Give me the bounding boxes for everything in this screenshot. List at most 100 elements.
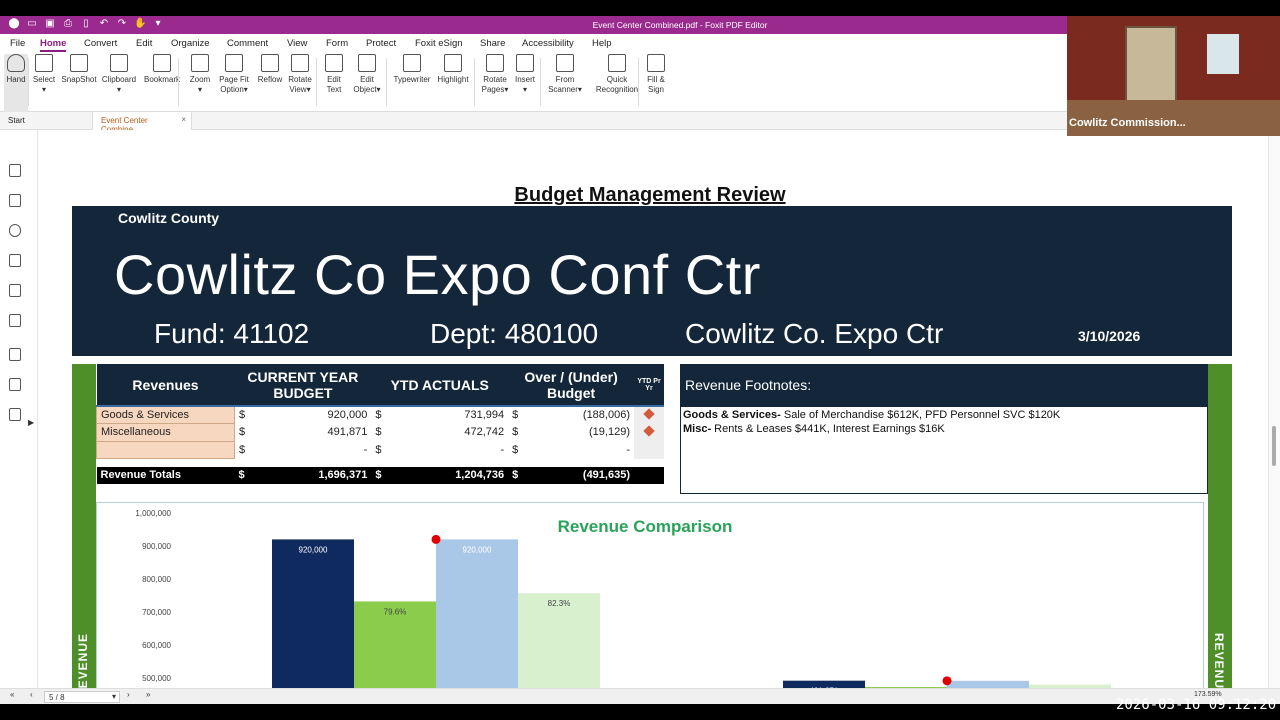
tab-start[interactable]: Start (0, 112, 33, 130)
table-row: Goods & Services $920,000 $731,994 $ (188,00… (96, 405, 664, 424)
tool-reflow[interactable]: Reflow (256, 54, 284, 112)
tool-select[interactable]: Select ▾ (32, 54, 56, 112)
edit-object-icon (358, 54, 376, 72)
right-revenue-bar: REVENUE (1208, 364, 1232, 704)
security-panel-icon[interactable] (9, 314, 21, 327)
dept-number: Dept: 480100 (430, 318, 599, 349)
cell-name: Miscellaneous (96, 423, 235, 442)
tab-event-center[interactable]: Event Center Combine... × (92, 112, 192, 134)
tool-clipboard[interactable]: Clipboard ▾ (100, 54, 138, 112)
fill-sign-icon (647, 54, 665, 72)
layers-panel-icon[interactable] (9, 254, 21, 267)
menu-form[interactable]: Form (326, 38, 348, 49)
tool-bookmark[interactable]: Bookmark (142, 54, 182, 112)
fields-panel-icon[interactable] (9, 408, 21, 421)
vertical-scrollbar[interactable] (1268, 130, 1280, 688)
ribbon-separator (28, 58, 29, 106)
rotate-pages-icon (486, 54, 504, 72)
cell-over: - (626, 443, 630, 456)
tool-label: Typewriter (393, 75, 431, 84)
comments-panel-icon[interactable] (9, 224, 21, 237)
chart-bar (436, 539, 518, 701)
page-dropdown-icon[interactable]: ▾ (112, 692, 116, 701)
scroll-thumb[interactable] (1272, 426, 1276, 466)
clipboard-icon (110, 54, 128, 72)
prev-page-icon[interactable]: ‹ (30, 690, 33, 699)
cell-budget: 920,000 (327, 409, 368, 422)
cell-cur1: $ (239, 409, 246, 422)
menu-protect[interactable]: Protect (366, 38, 396, 49)
tool-highlight[interactable]: Highlight (434, 54, 472, 112)
typewriter-icon (403, 54, 421, 72)
menu-edit[interactable]: Edit (136, 38, 152, 49)
facility-name: Cowlitz Co Expo Conf Ctr (114, 243, 761, 306)
menu-home[interactable]: Home (40, 38, 67, 52)
footnote-line: Goods & Services- Sale of Merchandise $6… (681, 407, 1207, 421)
ribbon-separator (386, 58, 387, 106)
from-scanner-icon (556, 54, 574, 72)
next-page-icon[interactable]: › (127, 690, 130, 699)
bookmark-icon (153, 54, 171, 72)
cell-ytd: 472,742 (464, 426, 505, 439)
menu-help[interactable]: Help (592, 38, 612, 49)
tool-label: From (555, 75, 575, 84)
menu-organize[interactable]: Organize (171, 38, 210, 49)
menu-foxit-esign[interactable]: Foxit eSign (415, 38, 463, 49)
tool-typewriter[interactable]: Typewriter (392, 54, 432, 112)
tool-hand[interactable]: Hand (4, 54, 28, 112)
center-name: Cowlitz Co. Expo Ctr (685, 318, 944, 349)
tool-snapshot[interactable]: SnapShot (60, 54, 98, 112)
footnote-key: Goods & Services- (683, 409, 781, 421)
menu-file[interactable]: File (10, 38, 25, 49)
tool-edit-text[interactable]: Edit Text (322, 54, 346, 112)
expand-panel-icon[interactable]: ▶ (28, 418, 34, 427)
menu-comment[interactable]: Comment (227, 38, 268, 49)
tool-from-scanner[interactable]: From Scanner▾ (546, 54, 584, 112)
header-budget: CURRENT YEAR BUDGET (234, 364, 372, 407)
pages-panel-icon[interactable] (9, 194, 21, 207)
tool-quick-recognition[interactable]: Quick Recognition (594, 54, 640, 112)
menu-convert[interactable]: Convert (84, 38, 117, 49)
tool-rotate-view[interactable]: Rotate View▾ (286, 54, 314, 112)
spacer-row (97, 459, 665, 467)
attachments-panel-icon[interactable] (9, 284, 21, 297)
cell-over: (188,006) (582, 409, 630, 422)
tool-page-fit-option[interactable]: Page Fit Option▾ (218, 54, 250, 112)
totals-row: Revenue Totals $1,696,371 $1,204,736 $ (491,… (96, 466, 664, 484)
content-panel-icon[interactable] (9, 348, 21, 361)
ytd-prior-flag (634, 441, 664, 459)
video-timestamp: 2026-03-16 09:12:20 (1116, 697, 1277, 713)
signature-panel-icon[interactable] (9, 378, 21, 391)
tool-sublabel: Scanner▾ (548, 85, 582, 94)
tool-sublabel: View▾ (289, 85, 311, 94)
prior-year-marker (942, 676, 952, 686)
status-bar: « ‹ 5 / 8 ▾ › » 173.59% (0, 688, 1280, 704)
close-icon[interactable]: × (181, 115, 186, 124)
tool-zoom[interactable]: Zoom ▾ (188, 54, 212, 112)
menu-share[interactable]: Share (480, 38, 505, 49)
tool-edit-object[interactable]: Edit Object▾ (352, 54, 382, 112)
menu-accessibility[interactable]: Accessibility (522, 38, 574, 49)
tool-rotate-pages[interactable]: Rotate Pages▾ (480, 54, 510, 112)
y-tick-label: 500,000 (142, 674, 171, 683)
last-page-icon[interactable]: » (146, 690, 150, 699)
tool-insert[interactable]: Insert ▾ (512, 54, 538, 112)
cell-budget: - (363, 443, 368, 456)
cell-cur2: $ (371, 466, 386, 484)
y-tick-label: 900,000 (142, 542, 171, 551)
menu-view[interactable]: View (287, 38, 307, 49)
page-title: Budget Management Review (514, 184, 786, 206)
bookmark-panel-icon[interactable] (9, 164, 21, 177)
cell-cur1: $ (239, 443, 246, 456)
tool-label: Bookmark (143, 75, 180, 84)
page-number-input[interactable]: 5 / 8 ▾ (44, 691, 120, 703)
table-row: $ - $ - $ - (96, 440, 664, 459)
zoom-icon (191, 54, 209, 72)
y-tick-label: 700,000 (142, 608, 171, 617)
table-header-row: Revenues CURRENT YEAR BUDGET YTD ACTUALS… (96, 364, 664, 407)
cell-cur1: $ (234, 466, 250, 484)
chart-bar (518, 593, 600, 701)
tool-fill-sign[interactable]: Fill & Sign (644, 54, 668, 112)
first-page-icon[interactable]: « (10, 690, 14, 699)
cell-ytd: 731,994 (464, 409, 505, 422)
